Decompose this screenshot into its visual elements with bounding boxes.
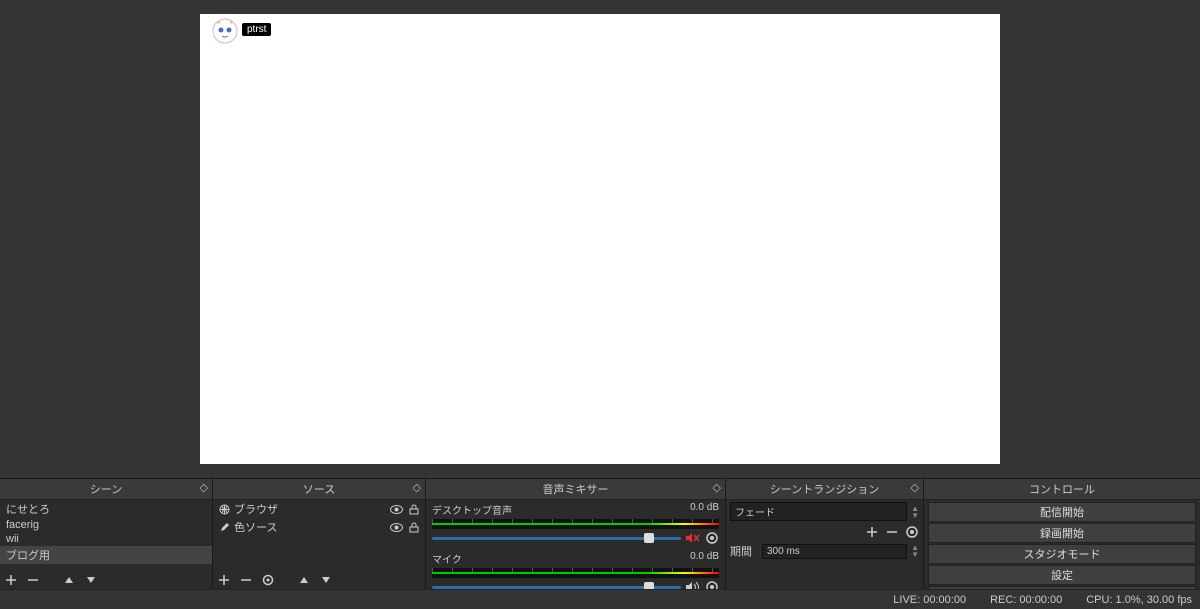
popout-icon[interactable]: ◇ xyxy=(911,481,919,494)
mixer-list: デスクトップ音声 0.0 dB マイク 0.0 dB xyxy=(426,500,725,589)
sources-list[interactable]: ブラウザ色ソース xyxy=(213,500,425,571)
status-cpu: CPU: 1.0%, 30.00 fps xyxy=(1086,594,1192,606)
mixer-header: 音声ミキサー ◇ xyxy=(426,479,725,500)
source-properties-button[interactable] xyxy=(261,573,275,587)
sources-toolbar xyxy=(213,571,425,589)
mixer-panel: 音声ミキサー ◇ デスクトップ音声 0.0 dB マイク 0.0 dB xyxy=(426,479,726,589)
controls-body: 配信開始録画開始スタジオモード設定終了 xyxy=(924,500,1200,589)
move-scene-down-button[interactable] xyxy=(84,573,98,587)
popout-icon[interactable]: ◇ xyxy=(713,481,721,494)
remove-source-button[interactable] xyxy=(239,573,253,587)
scenes-panel: シーン ◇ にせとろfacerigwiiブログ用 xyxy=(0,479,213,589)
scene-item[interactable]: ブログ用 xyxy=(0,546,212,564)
popout-icon[interactable]: ◇ xyxy=(413,481,421,494)
add-source-button[interactable] xyxy=(217,573,231,587)
avatar-image xyxy=(212,18,238,44)
control-button[interactable]: 終了 xyxy=(928,586,1196,589)
mixer-channel: デスクトップ音声 0.0 dB xyxy=(426,500,725,549)
duration-spinner[interactable]: ▲▼ xyxy=(911,544,919,558)
volume-slider[interactable] xyxy=(432,537,681,540)
channel-name: デスクトップ音声 xyxy=(432,502,512,517)
visibility-icon[interactable] xyxy=(390,504,403,515)
transitions-body: フェード ▲▼ 期間 ▲▼ xyxy=(726,500,923,589)
add-scene-button[interactable] xyxy=(4,573,18,587)
status-rec: REC: 00:00:00 xyxy=(990,594,1062,606)
control-button[interactable]: 設定 xyxy=(928,565,1196,585)
bottom-panels: シーン ◇ にせとろfacerigwiiブログ用 ソース ◇ ブラウザ色ソース xyxy=(0,478,1200,589)
transitions-panel: シーントランジション ◇ フェード ▲▼ 期間 ▲▼ xyxy=(726,479,924,589)
visibility-icon[interactable] xyxy=(390,522,403,533)
channel-db: 0.0 dB xyxy=(690,502,719,517)
remove-scene-button[interactable] xyxy=(26,573,40,587)
scenes-title: シーン xyxy=(90,484,122,496)
sources-title: ソース xyxy=(303,484,335,496)
transitions-title: シーントランジション xyxy=(770,484,879,496)
sources-panel: ソース ◇ ブラウザ色ソース xyxy=(213,479,426,589)
move-source-down-button[interactable] xyxy=(319,573,333,587)
status-live: LIVE: 00:00:00 xyxy=(893,594,966,606)
scenes-toolbar xyxy=(0,571,212,589)
control-button[interactable]: 配信開始 xyxy=(928,502,1196,522)
move-scene-up-button[interactable] xyxy=(62,573,76,587)
control-button[interactable]: スタジオモード xyxy=(928,544,1196,564)
source-label: 色ソース xyxy=(234,519,277,535)
transition-settings-button[interactable] xyxy=(905,525,919,539)
channel-settings-button[interactable] xyxy=(705,580,719,589)
brush-icon xyxy=(219,522,230,533)
lock-icon[interactable] xyxy=(409,504,419,515)
audio-meter xyxy=(432,519,719,529)
audio-meter xyxy=(432,568,719,578)
duration-input[interactable] xyxy=(762,544,907,559)
scenes-list[interactable]: にせとろfacerigwiiブログ用 xyxy=(0,500,212,571)
add-transition-button[interactable] xyxy=(865,525,879,539)
preview-canvas[interactable]: ptrst xyxy=(200,14,1000,464)
channel-name: マイク xyxy=(432,551,462,566)
source-label: ブラウザ xyxy=(234,501,278,517)
muted-icon[interactable] xyxy=(685,532,701,544)
globe-icon xyxy=(219,504,230,515)
controls-header: コントロール xyxy=(924,479,1200,500)
popout-icon[interactable]: ◇ xyxy=(200,481,208,494)
scene-item[interactable]: にせとろ xyxy=(0,500,212,518)
source-item[interactable]: ブラウザ xyxy=(213,500,425,518)
mixer-channel: マイク 0.0 dB xyxy=(426,549,725,589)
transition-select-spinner[interactable]: ▲▼ xyxy=(911,505,919,519)
scene-item[interactable]: wii xyxy=(0,532,212,546)
transition-type-label: フェード xyxy=(735,508,775,519)
sources-header: ソース ◇ xyxy=(213,479,425,500)
transition-select[interactable]: フェード xyxy=(730,502,907,521)
channel-settings-button[interactable] xyxy=(705,531,719,545)
move-source-up-button[interactable] xyxy=(297,573,311,587)
transitions-header: シーントランジション ◇ xyxy=(726,479,923,500)
status-bar: LIVE: 00:00:00 REC: 00:00:00 CPU: 1.0%, … xyxy=(0,589,1200,609)
volume-slider[interactable] xyxy=(432,586,681,589)
source-item[interactable]: 色ソース xyxy=(213,518,425,536)
controls-title: コントロール xyxy=(1029,484,1095,496)
channel-db: 0.0 dB xyxy=(690,551,719,566)
duration-label: 期間 xyxy=(730,543,758,559)
preview-area: ptrst xyxy=(0,0,1200,478)
control-button[interactable]: 録画開始 xyxy=(928,523,1196,543)
lock-icon[interactable] xyxy=(409,522,419,533)
scenes-header: シーン ◇ xyxy=(0,479,212,500)
remove-transition-button[interactable] xyxy=(885,525,899,539)
mixer-title: 音声ミキサー xyxy=(543,484,609,496)
controls-panel: コントロール 配信開始録画開始スタジオモード設定終了 xyxy=(924,479,1200,589)
preview-badge: ptrst xyxy=(242,23,271,36)
scene-item[interactable]: facerig xyxy=(0,518,212,532)
speaker-icon[interactable] xyxy=(685,581,701,589)
